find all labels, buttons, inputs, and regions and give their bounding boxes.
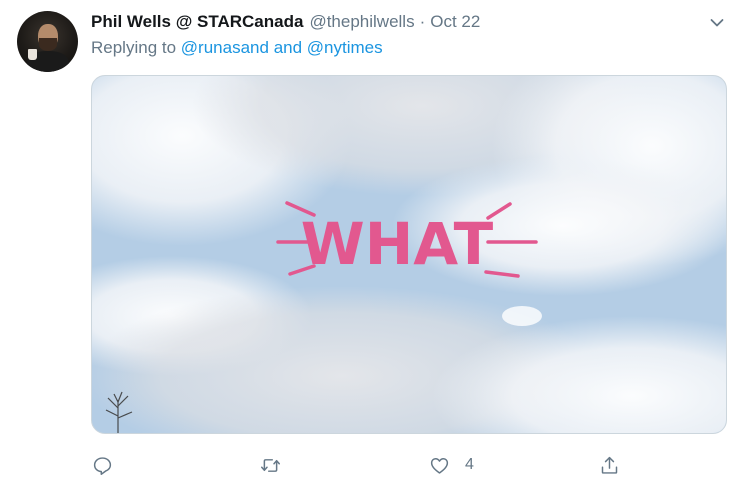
- tweet-media-gif[interactable]: WHAT: [91, 75, 727, 434]
- like-count: 4: [465, 456, 474, 473]
- tweet-header: Phil Wells @ STARCanada @thephilwells · …: [91, 12, 480, 34]
- tweet[interactable]: Phil Wells @ STARCanada @thephilwells · …: [0, 0, 741, 492]
- heart-icon: [430, 457, 449, 474]
- like-button[interactable]: 4: [429, 452, 474, 478]
- mention-nytimes[interactable]: @nytimes: [307, 38, 383, 57]
- replying-prefix: Replying to: [91, 38, 177, 57]
- mention-and[interactable]: and: [274, 38, 302, 57]
- share-button[interactable]: [599, 452, 620, 478]
- media-sky-image: WHAT: [92, 76, 726, 433]
- tweet-actions: 4: [91, 452, 631, 478]
- media-caption-text: WHAT: [301, 210, 494, 278]
- avatar-cup: [28, 49, 37, 60]
- chevron-down-icon[interactable]: [708, 14, 726, 32]
- replying-to: Replying to @runasand and @nytimes: [91, 38, 383, 58]
- separator-dot: ·: [419, 12, 426, 31]
- share-icon: [601, 456, 618, 474]
- author-handle[interactable]: @thephilwells: [309, 12, 414, 32]
- retweet-button[interactable]: [260, 452, 281, 478]
- avatar[interactable]: [17, 11, 78, 72]
- author-name[interactable]: Phil Wells @ STARCanada: [91, 12, 303, 32]
- reply-button[interactable]: [92, 452, 113, 478]
- avatar-beard: [39, 38, 57, 51]
- reply-icon: [93, 456, 112, 475]
- retweet-icon: [261, 458, 280, 472]
- mention-runasand[interactable]: @runasand: [181, 38, 269, 57]
- tweet-date[interactable]: Oct 22: [430, 12, 480, 32]
